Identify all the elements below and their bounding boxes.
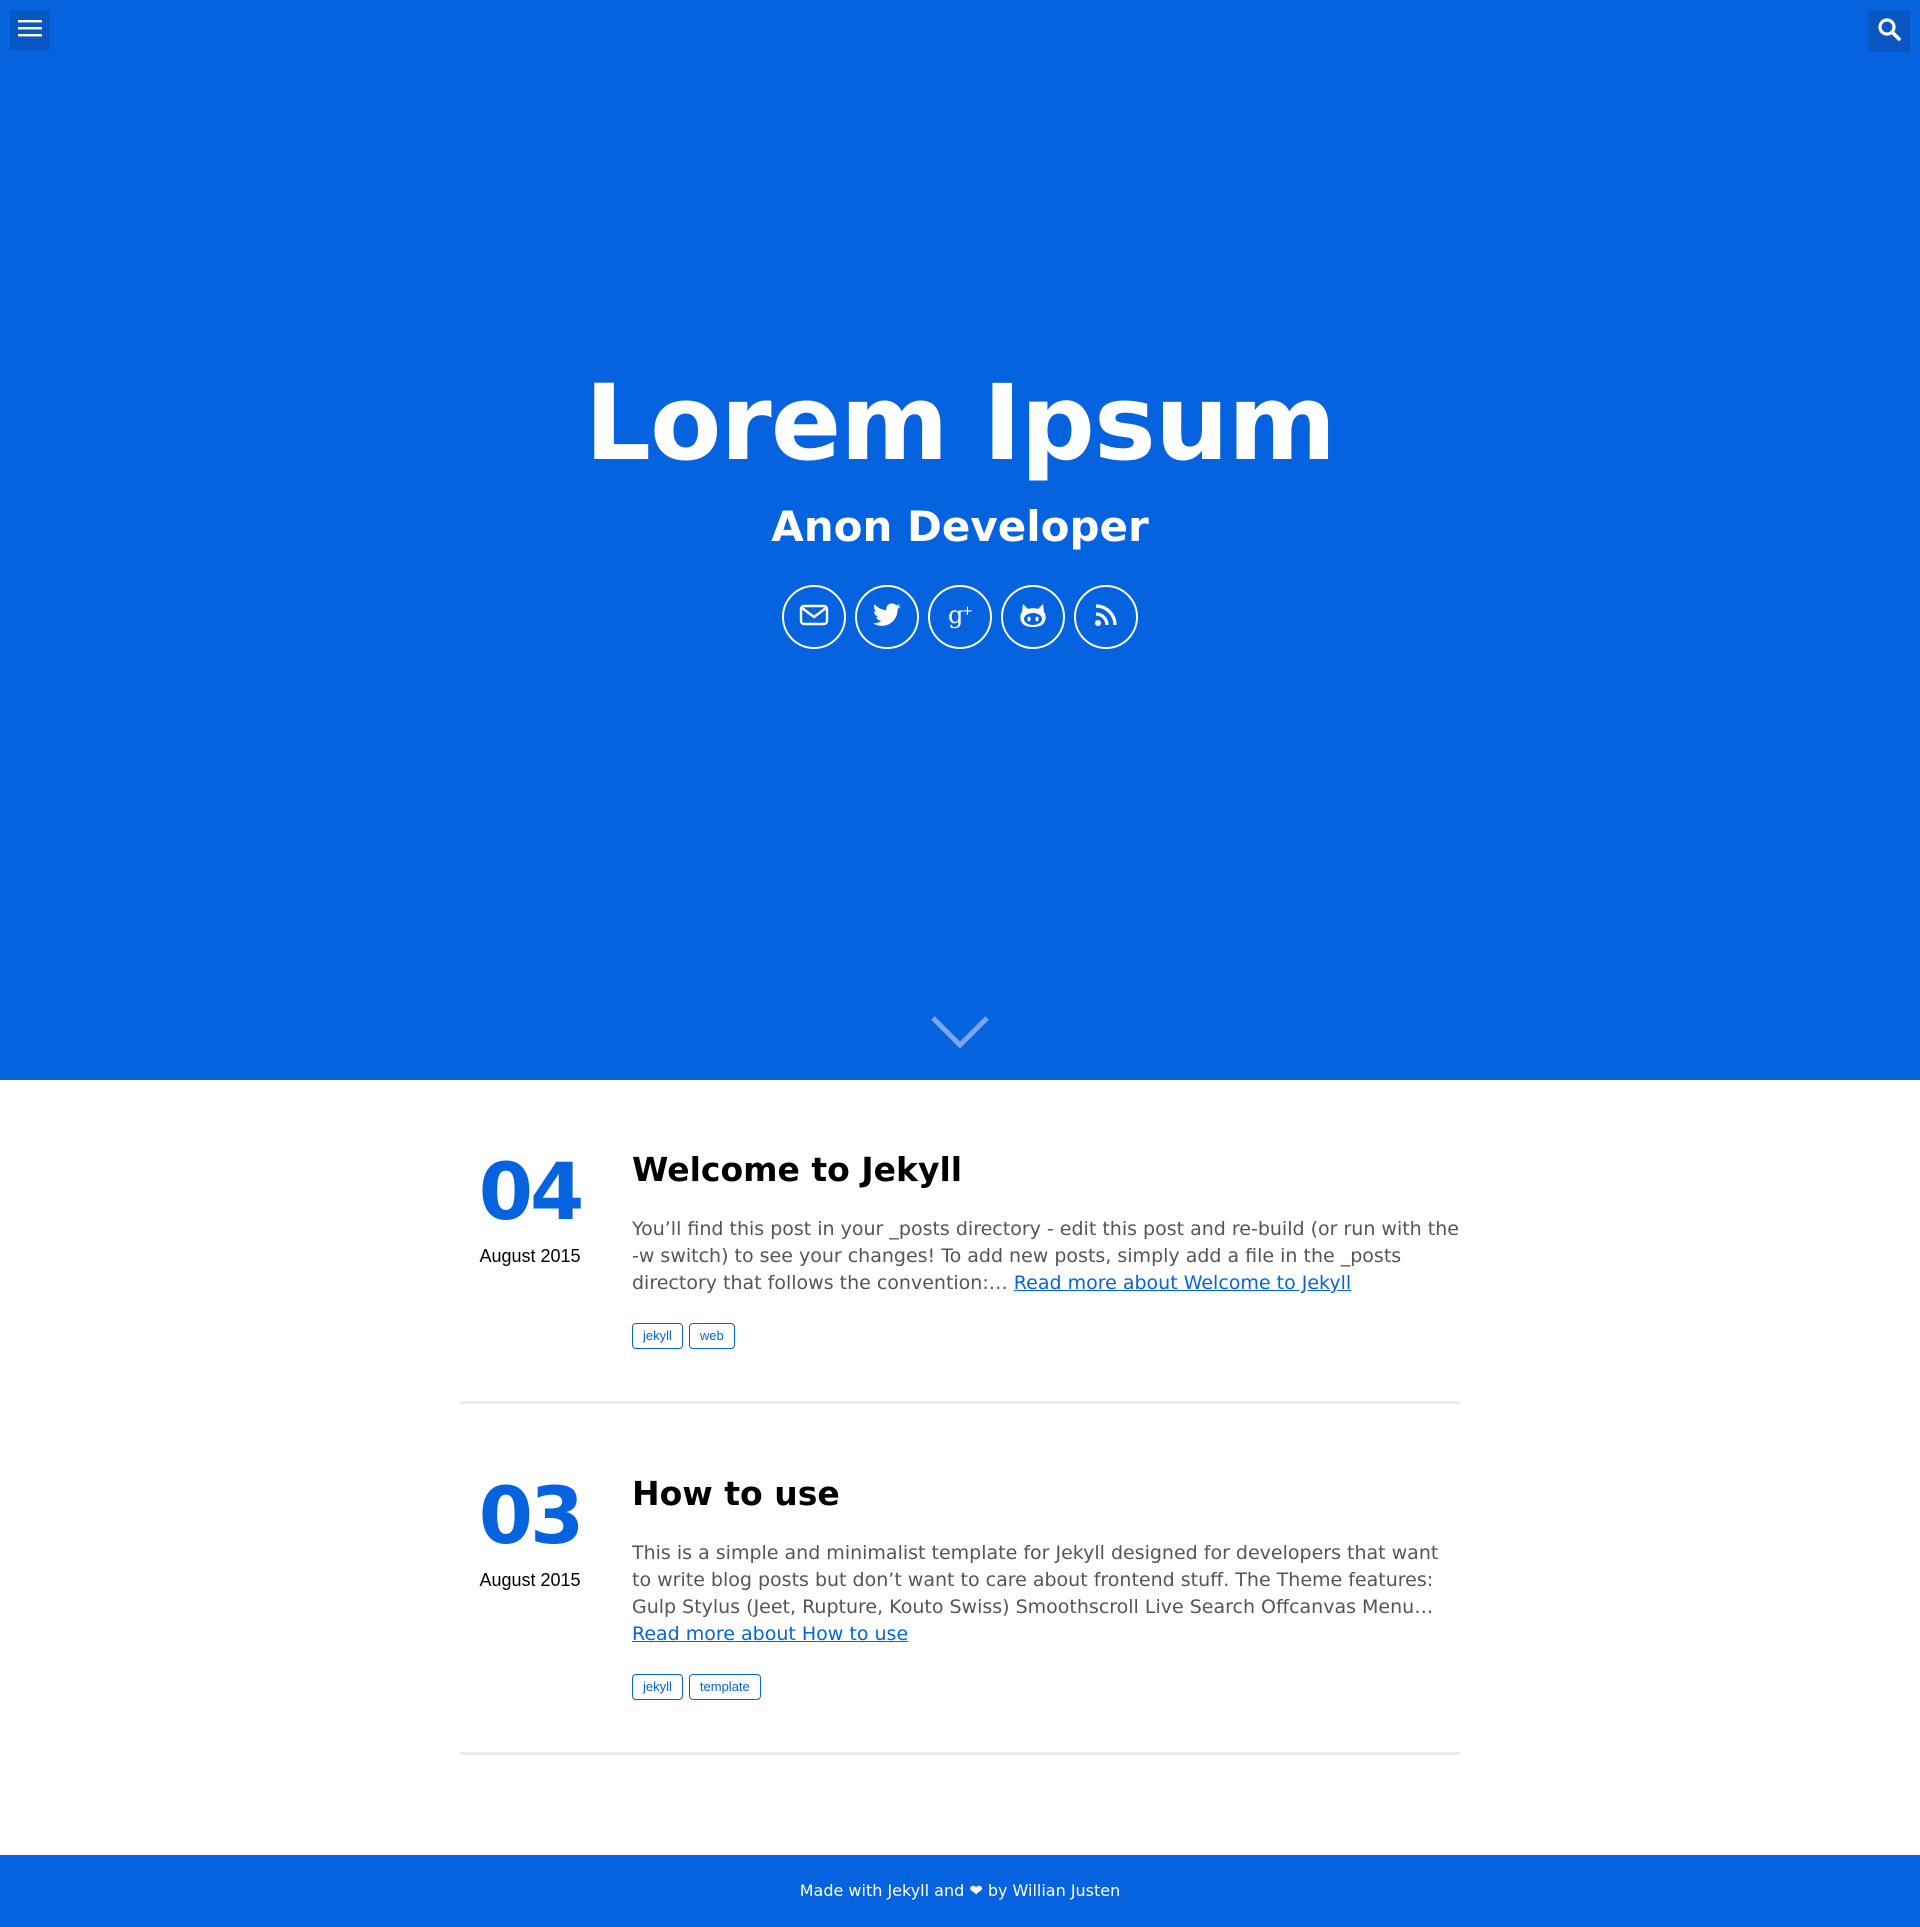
site-title: Lorem Ipsum <box>584 362 1337 484</box>
site-footer: Made with Jekyll and ❤ by Willian Justen <box>0 1855 1920 1927</box>
post-date: 03 August 2015 <box>460 1472 600 1592</box>
post-day: 03 <box>478 1472 585 1562</box>
scroll-down-button[interactable] <box>929 1012 991 1052</box>
chevron-down-icon <box>929 1016 991 1056</box>
post-body: How to use This is a simple and minimali… <box>632 1472 1462 1700</box>
github-icon <box>1019 602 1047 632</box>
tag-list: jekyll template <box>632 1674 1462 1700</box>
post-item: 04 August 2015 Welcome to Jekyll You’ll … <box>460 1080 1460 1404</box>
tag-jekyll[interactable]: jekyll <box>632 1674 683 1700</box>
search-button[interactable] <box>1868 10 1910 52</box>
envelope-icon <box>799 603 829 631</box>
post-body: Welcome to Jekyll You’ll find this post … <box>632 1148 1462 1349</box>
twitter-link[interactable] <box>855 585 919 649</box>
google-plus-link[interactable]: g + <box>928 585 992 649</box>
hamburger-icon <box>18 18 42 42</box>
social-links: g + <box>0 585 1920 649</box>
rss-icon <box>1094 603 1118 631</box>
read-more-link[interactable]: Read more about How to use <box>632 1623 908 1645</box>
tag-template[interactable]: template <box>688 1674 761 1700</box>
tag-jekyll[interactable]: jekyll <box>632 1323 683 1349</box>
post-item: 03 August 2015 How to use This is a simp… <box>460 1404 1460 1755</box>
post-month: August 2015 <box>479 1246 581 1266</box>
hero-section: Lorem Ipsum Anon Developer g + <box>0 0 1920 1080</box>
twitter-icon <box>873 603 901 631</box>
post-title-link[interactable]: How to use <box>632 1472 1462 1516</box>
menu-button[interactable] <box>10 10 50 50</box>
search-icon <box>1877 17 1901 45</box>
post-month: August 2015 <box>479 1570 581 1590</box>
tag-list: jekyll web <box>632 1323 1462 1349</box>
email-link[interactable] <box>782 585 846 649</box>
site-subtitle: Anon Developer <box>771 502 1149 551</box>
tag-web[interactable]: web <box>688 1323 735 1349</box>
footer-text: Made with Jekyll and ❤ by Willian Justen <box>799 1881 1121 1900</box>
post-list: 04 August 2015 Welcome to Jekyll You’ll … <box>460 1080 1460 1755</box>
svg-text:+: + <box>962 604 973 619</box>
post-excerpt: You’ll find this post in your _posts dir… <box>632 1216 1462 1297</box>
rss-link[interactable] <box>1074 585 1138 649</box>
post-title-link[interactable]: Welcome to Jekyll <box>632 1148 1462 1192</box>
github-link[interactable] <box>1001 585 1065 649</box>
read-more-link[interactable]: Read more about Welcome to Jekyll <box>1014 1272 1351 1294</box>
google-plus-icon: g + <box>945 601 975 633</box>
post-date: 04 August 2015 <box>460 1148 600 1268</box>
post-day: 04 <box>478 1148 585 1238</box>
excerpt-text: This is a simple and minimalist template… <box>632 1542 1439 1618</box>
post-excerpt: This is a simple and minimalist template… <box>632 1540 1462 1648</box>
